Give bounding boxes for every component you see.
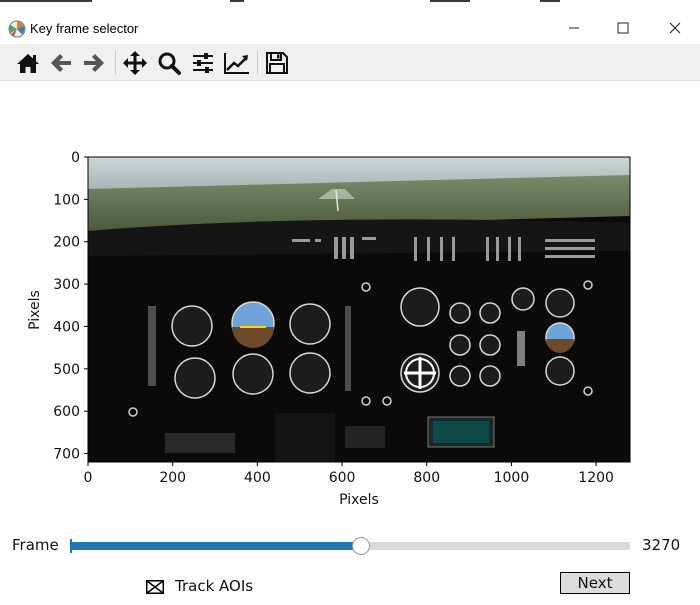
frame-slider-fill: [70, 542, 361, 550]
x-tick-label: 600: [329, 470, 356, 486]
frame-slider-handle[interactable]: [352, 537, 370, 555]
track-aois-label[interactable]: Track AOIs: [175, 577, 253, 595]
figure-canvas[interactable]: 0 200 400 600 800 1000 1200 0 100 200 300 400 500 60…: [0, 81, 700, 605]
cockpit-view-frame: [87, 156, 631, 463]
x-tick-label: 400: [244, 470, 271, 486]
close-button[interactable]: [652, 12, 698, 44]
maximize-icon: [617, 22, 629, 34]
x-tick-label: 0: [84, 470, 93, 486]
maximize-button[interactable]: [600, 12, 646, 44]
x-tick-label: 800: [413, 470, 440, 486]
zoom-button[interactable]: [155, 50, 183, 76]
line-chart-icon: [224, 53, 249, 74]
y-tick-label: 700: [53, 447, 80, 463]
y-axis: 0 100 200 300 400 500 600 700: [53, 150, 88, 463]
next-button[interactable]: Next: [560, 572, 630, 594]
track-aois-checkbox[interactable]: [146, 580, 164, 594]
save-button[interactable]: [263, 50, 291, 76]
app-window: Key frame selector 0 200 400 600 800 100…: [0, 0, 700, 605]
y-tick-label: 0: [71, 150, 80, 166]
y-tick-label: 100: [53, 192, 80, 208]
x-axis-label: Pixels: [339, 492, 379, 508]
save-icon: [266, 52, 288, 74]
x-tick-label: 1200: [578, 470, 614, 486]
x-axis: 0 200 400 600 800 1000 1200: [84, 462, 614, 486]
frame-slider[interactable]: [70, 537, 630, 555]
y-tick-label: 300: [53, 277, 80, 293]
x-tick-label: 1000: [494, 470, 530, 486]
forward-button[interactable]: [80, 50, 108, 76]
toolbar-separator: [115, 51, 116, 75]
frame-slider-label: Frame: [12, 536, 59, 554]
y-axis-label: Pixels: [27, 290, 43, 330]
home-button[interactable]: [14, 50, 42, 76]
sliders-icon: [193, 53, 213, 73]
arrow-right-icon: [84, 54, 104, 72]
title-bar: Key frame selector: [0, 12, 700, 44]
y-tick-label: 600: [53, 404, 80, 420]
y-tick-label: 500: [53, 362, 80, 378]
window-title: Key frame selector: [30, 21, 139, 36]
y-tick-label: 200: [53, 235, 80, 251]
arrow-left-icon: [51, 54, 71, 72]
zoom-icon: [158, 52, 181, 75]
toolbar-separator: [257, 51, 258, 75]
home-icon: [17, 54, 39, 73]
minimize-icon: [569, 27, 579, 29]
close-icon: [669, 22, 681, 34]
pan-button[interactable]: [121, 50, 149, 76]
x-tick-label: 200: [159, 470, 186, 486]
move-icon: [123, 51, 147, 75]
matplotlib-icon: [8, 20, 26, 38]
plot-area: 0 200 400 600 800 1000 1200 0 100 200 300 400 500 60…: [27, 150, 631, 508]
window-top-edge: [0, 0, 700, 12]
subplots-button[interactable]: [189, 50, 217, 76]
navigation-toolbar: [0, 44, 700, 81]
edit-axes-button[interactable]: [223, 50, 251, 76]
frame-slider-value: 3270: [642, 536, 681, 554]
frame-slider-min-marker: [70, 539, 72, 553]
y-tick-label: 400: [53, 319, 80, 335]
back-button[interactable]: [47, 50, 75, 76]
minimize-button[interactable]: [551, 12, 597, 44]
